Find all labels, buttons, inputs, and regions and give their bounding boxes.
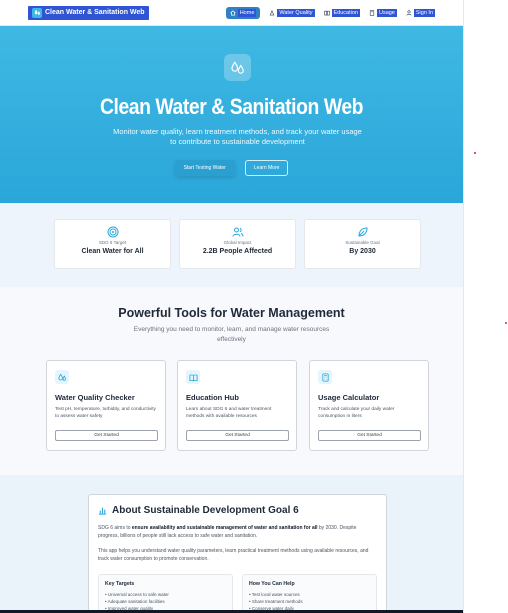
- stat-card-impact: Global Impact 2.2B People Affected: [179, 219, 296, 269]
- nav-links: Home Water Quality Education Usage Sign …: [225, 6, 435, 19]
- key-targets-heading: Key Targets: [105, 581, 135, 587]
- key-targets-box: Key Targets • Universal access to safe w…: [98, 574, 233, 613]
- stat-card-goal: Sustainable Goal By 2030: [304, 219, 421, 269]
- book-icon: [323, 10, 330, 15]
- about-paragraph-1: SDG 6 aims to ensure availability and su…: [98, 524, 378, 540]
- tool-card-description: Learn about SDG 6 and water treatment me…: [186, 407, 272, 419]
- nav-link-label: Usage: [376, 8, 397, 17]
- nav-link-label: Sign In: [413, 8, 435, 17]
- water-droplets-icon: [224, 54, 251, 81]
- stats-section: SDG 6 Target Clean Water for All Global …: [0, 203, 463, 287]
- about-p1-bold: ensure availability and sustainable mana…: [131, 525, 318, 531]
- nav-link-home[interactable]: Home: [225, 6, 261, 19]
- users-icon: [232, 227, 243, 237]
- key-targets-list: • Universal access to safe water • Adequ…: [105, 591, 169, 612]
- tools-subtitle: Everything you need to monitor, learn, a…: [133, 326, 330, 343]
- water-droplets-icon: [32, 7, 42, 18]
- tools-title: Powerful Tools for Water Management: [118, 306, 345, 320]
- nav-link-label: Water Quality: [277, 8, 315, 17]
- hero-title: Clean Water & Sanitation Web: [99, 94, 364, 119]
- stat-value: By 2030: [349, 248, 376, 255]
- hero-subtitle: Monitor water quality, learn treatment m…: [113, 127, 362, 146]
- tool-card-title: Usage Calculator: [318, 393, 380, 402]
- learn-more-button[interactable]: Learn More: [244, 160, 289, 176]
- nav-link-label: Home: [237, 8, 257, 17]
- hero-section: Clean Water & Sanitation Web Monitor wat…: [0, 26, 463, 203]
- target-icon: [107, 226, 118, 238]
- hero-buttons: Start Testing Water Learn More: [0, 160, 463, 176]
- stray-dot: [505, 322, 507, 324]
- stray-dot: [474, 152, 476, 154]
- get-started-button[interactable]: Get Started: [318, 430, 421, 441]
- tool-card-water-quality: Water Quality Checker Test pH, temperatu…: [46, 360, 166, 451]
- home-icon: [230, 9, 236, 15]
- nav-link-label: Education: [331, 8, 360, 17]
- help-list: • Test local water sources • Share treat…: [249, 591, 303, 612]
- droplets-icon: [55, 370, 69, 384]
- about-title: About Sustainable Development Goal 6: [98, 505, 299, 516]
- viewport-divider: [463, 0, 464, 613]
- about-p1-pre: SDG 6 aims to: [98, 525, 132, 531]
- bar-chart-icon: [98, 507, 107, 515]
- nav-link-water-quality[interactable]: Water Quality: [269, 8, 315, 17]
- about-paragraph-2: This app helps you understand water qual…: [98, 548, 369, 562]
- get-started-button[interactable]: Get Started: [186, 430, 289, 441]
- get-started-button[interactable]: Get Started: [55, 430, 158, 441]
- book-icon: [186, 370, 200, 384]
- help-heading: How You Can Help: [249, 581, 295, 587]
- list-item: • Adequate sanitation facilities: [105, 599, 165, 604]
- about-section: About Sustainable Development Goal 6 SDG…: [0, 475, 463, 613]
- about-title-text: About Sustainable Development Goal 6: [112, 505, 299, 516]
- nav-link-sign-in[interactable]: Sign In: [406, 8, 435, 17]
- stat-label: SDG 6 Target: [98, 240, 127, 245]
- nav-link-usage[interactable]: Usage: [369, 8, 397, 17]
- start-testing-button[interactable]: Start Testing Water: [174, 160, 235, 176]
- calculator-icon: [369, 9, 375, 16]
- tool-card-description: Track and calculate your daily water con…: [318, 407, 395, 419]
- tool-card-usage: Usage Calculator Track and calculate you…: [309, 360, 429, 451]
- about-card: About Sustainable Development Goal 6 SDG…: [88, 494, 387, 613]
- page: Clean Water & Sanitation Web Home Water …: [0, 0, 463, 613]
- tool-card-description: Test pH, temperature, turbidity, and con…: [55, 407, 156, 419]
- flask-icon: [270, 10, 275, 15]
- brand-link[interactable]: Clean Water & Sanitation Web: [28, 5, 149, 20]
- nav-link-education[interactable]: Education: [323, 8, 360, 17]
- tool-card-title: Education Hub: [186, 393, 239, 402]
- how-you-can-help-box: How You Can Help • Test local water sour…: [242, 574, 377, 613]
- list-item: • Share treatment methods: [249, 599, 303, 604]
- list-item: • Universal access to safe water: [105, 592, 169, 597]
- tools-section: Powerful Tools for Water Management Ever…: [0, 287, 463, 475]
- tool-card-education: Education Hub Learn about SDG 6 and wate…: [177, 360, 297, 451]
- stat-value: Clean Water for All: [81, 248, 144, 255]
- stat-value: 2.2B People Affected: [202, 248, 273, 255]
- tool-card-title: Water Quality Checker: [55, 393, 135, 402]
- stat-card-target: SDG 6 Target Clean Water for All: [54, 219, 171, 269]
- brand-name: Clean Water & Sanitation Web: [45, 9, 145, 16]
- stat-label: Global Impact: [223, 240, 252, 245]
- stat-label: Sustainable Goal: [345, 240, 380, 245]
- user-icon: [406, 9, 412, 15]
- calculator-icon: [318, 370, 332, 384]
- top-navbar: Clean Water & Sanitation Web Home Water …: [0, 0, 463, 26]
- list-item: • Test local water sources: [249, 592, 300, 597]
- leaf-icon: [357, 227, 368, 237]
